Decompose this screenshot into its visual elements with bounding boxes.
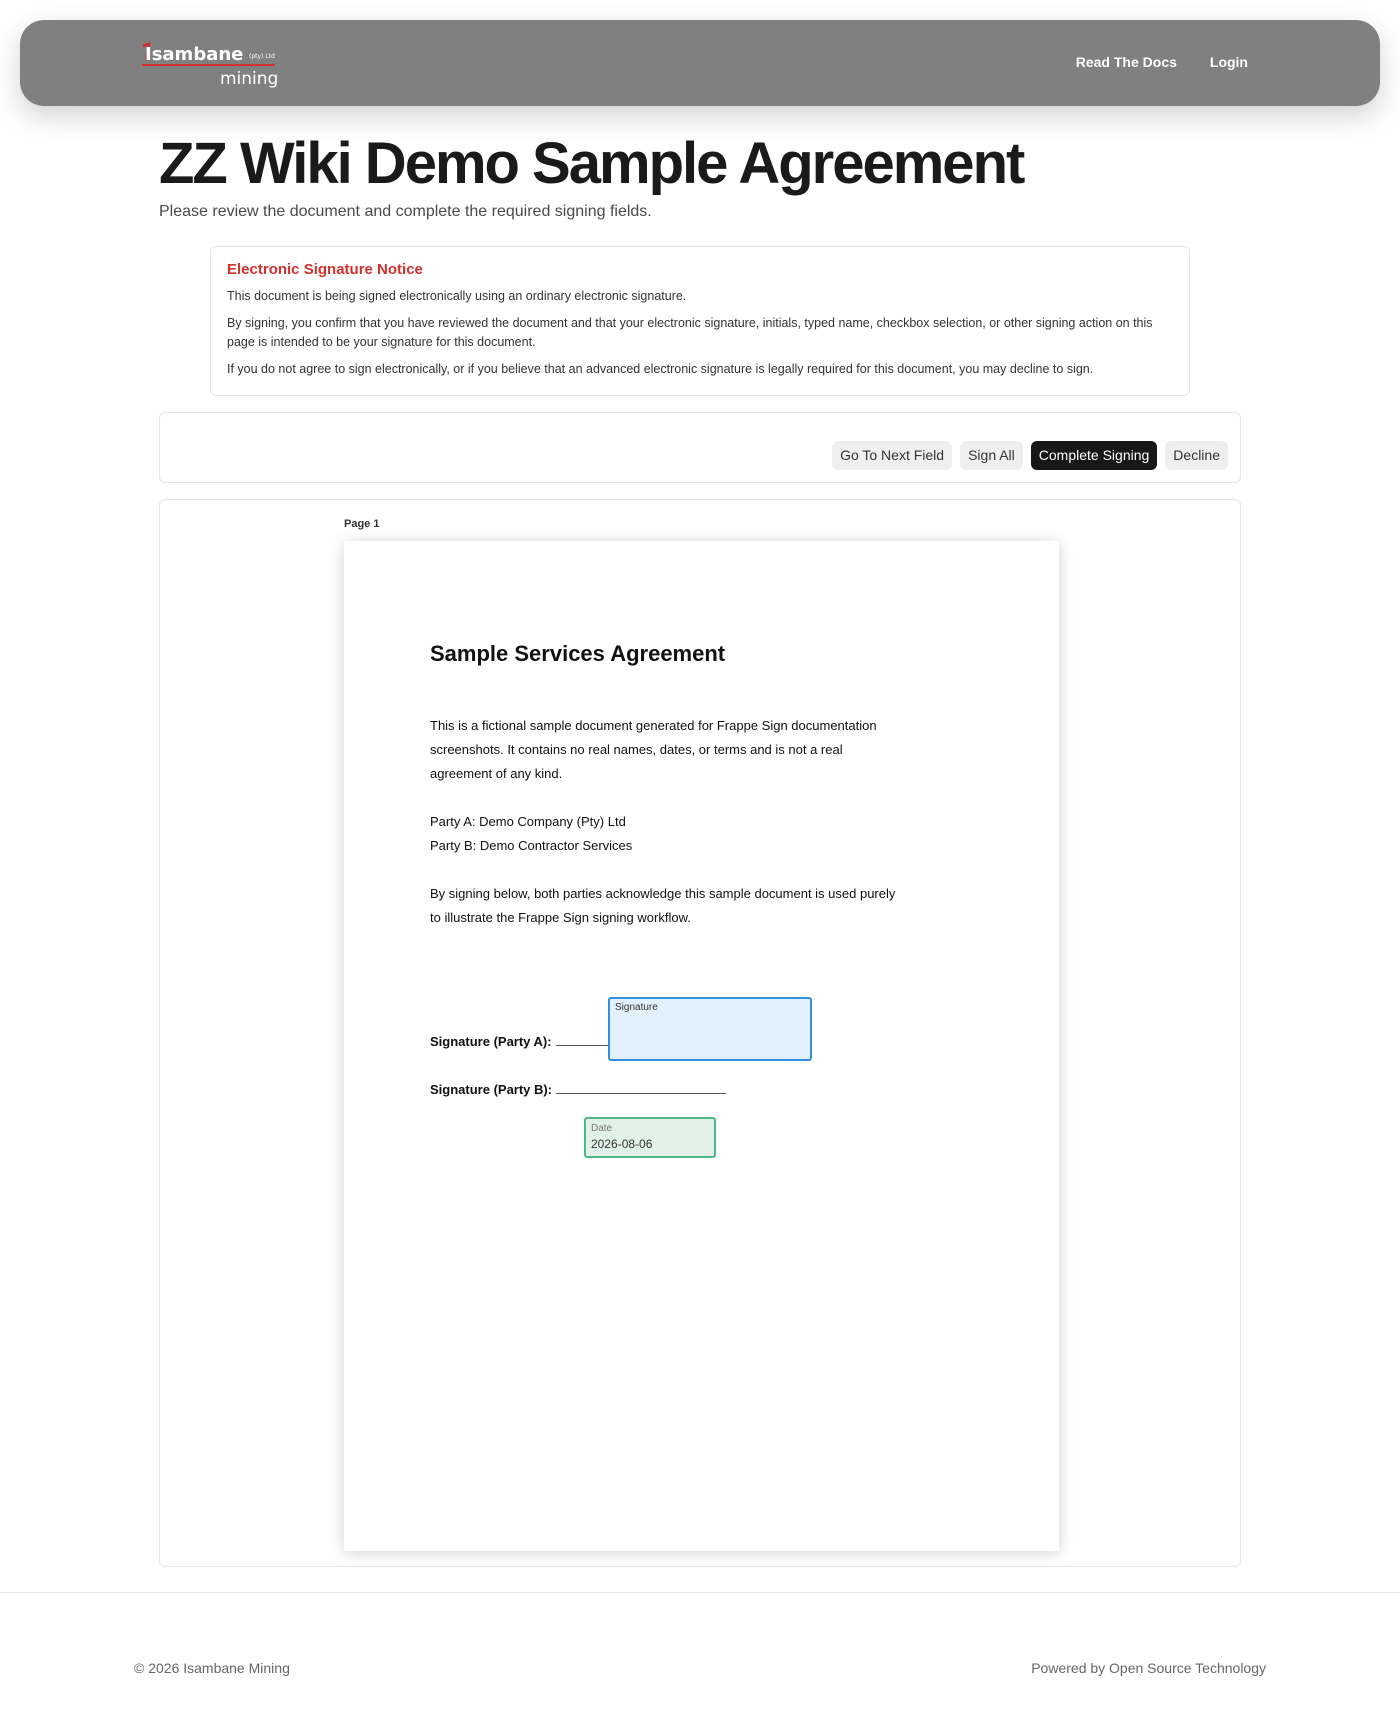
date-field-label: Date bbox=[591, 1123, 613, 1134]
party-b: Party B: Demo Contractor Services bbox=[430, 838, 633, 853]
top-navbar: Isambane (pty) Ltd mining Read The Docs … bbox=[20, 20, 1380, 106]
footer-copyright: © 2026 Isambane Mining bbox=[134, 1660, 290, 1676]
signature-blank bbox=[556, 1083, 727, 1094]
document-page: Sample Services Agreement This is a fict… bbox=[344, 541, 1059, 1551]
signature-party-b-label: Signature (Party B): bbox=[430, 1082, 553, 1097]
party-a: Party A: Demo Company (Pty) Ltd bbox=[430, 814, 626, 829]
logo-mark-icon: Isambane (pty) Ltd mining bbox=[142, 41, 278, 89]
notice-paragraph: If you do not agree to sign electronical… bbox=[227, 362, 1094, 376]
signing-toolbar: Go To Next Field Sign All Complete Signi… bbox=[159, 412, 1241, 483]
document-viewer[interactable]: Page 1 Sample Services Agreement This is… bbox=[159, 499, 1241, 1567]
document-acknowledgement: By signing below, both parties acknowled… bbox=[430, 886, 896, 925]
date-field[interactable]: Date 2026-08-06 bbox=[584, 1117, 716, 1158]
svg-text:Isambane: Isambane bbox=[145, 44, 243, 65]
toolbar-buttons: Go To Next Field Sign All Complete Signi… bbox=[832, 441, 1228, 470]
nav-read-the-docs-link[interactable]: Read The Docs bbox=[1076, 54, 1177, 70]
date-field-value: 2026-08-06 bbox=[591, 1137, 653, 1151]
page-title: ZZ Wiki Demo Sample Agreement bbox=[159, 131, 1025, 196]
page-label: Page 1 bbox=[344, 518, 380, 530]
notice-heading: Electronic Signature Notice bbox=[227, 261, 423, 278]
notice-paragraph: This document is being signed electronic… bbox=[227, 289, 687, 303]
esignature-notice: Electronic Signature Notice This documen… bbox=[210, 246, 1190, 396]
go-to-next-field-button[interactable]: Go To Next Field bbox=[832, 441, 953, 470]
signature-field-label: Signature bbox=[615, 1002, 658, 1013]
complete-signing-button[interactable]: Complete Signing bbox=[1030, 441, 1158, 470]
footer-divider bbox=[0, 1592, 1400, 1593]
document-title: Sample Services Agreement bbox=[430, 641, 726, 666]
company-logo[interactable]: Isambane (pty) Ltd mining bbox=[135, 41, 295, 89]
footer-powered-by: Powered by Open Source Technology bbox=[1031, 1660, 1266, 1676]
sign-all-button[interactable]: Sign All bbox=[960, 441, 1023, 470]
svg-text:(pty) Ltd: (pty) Ltd bbox=[249, 53, 275, 60]
notice-paragraph: By signing, you confirm that you have re… bbox=[227, 316, 1153, 349]
nav-login-link[interactable]: Login bbox=[1210, 54, 1248, 70]
signature-line-party-b: Signature (Party B): bbox=[430, 1082, 727, 1097]
document-intro: This is a fictional sample document gene… bbox=[430, 718, 877, 781]
signature-field[interactable]: Signature bbox=[608, 997, 812, 1061]
decline-button[interactable]: Decline bbox=[1165, 441, 1228, 470]
top-nav: Read The Docs Login bbox=[1076, 54, 1248, 70]
svg-text:mining: mining bbox=[220, 69, 278, 88]
page-subtitle: Please review the document and complete … bbox=[159, 203, 652, 220]
signature-party-a-label: Signature (Party A): bbox=[430, 1034, 552, 1049]
